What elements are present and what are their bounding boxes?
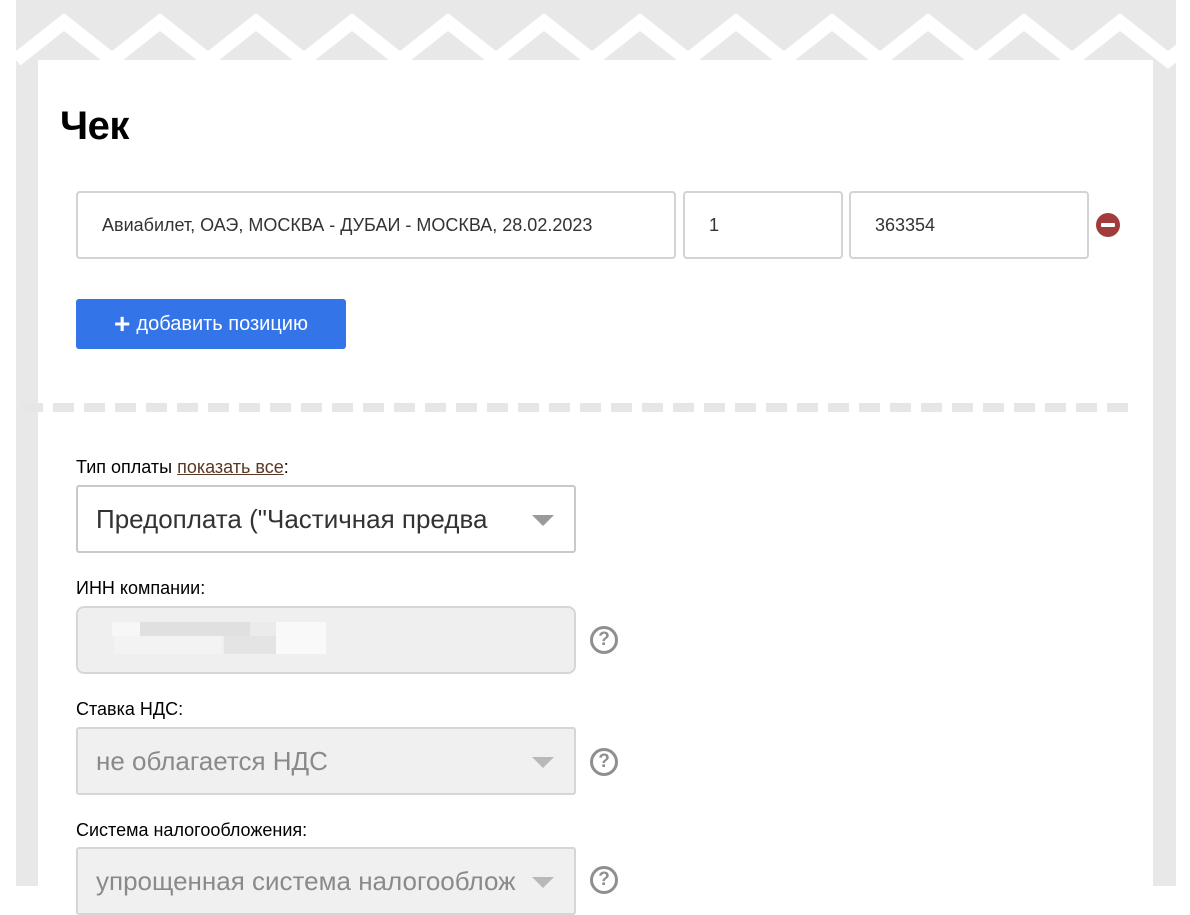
payment-type-label-text: Тип оплаты	[76, 457, 173, 477]
add-position-label: добавить позицию	[136, 312, 308, 335]
redacted-block	[114, 636, 222, 654]
vat-select: не облагается НДС	[76, 727, 576, 795]
redacted-block	[250, 622, 276, 636]
redacted-block	[112, 622, 140, 636]
tax-system-value: упрощенная система налогообложения	[96, 865, 516, 896]
vat-label: Ставка НДС:	[76, 699, 184, 719]
chevron-down-icon	[532, 515, 554, 526]
payment-type-label-suffix: :	[283, 457, 289, 477]
payment-type-value: Предоплата ("Частичная предва	[96, 503, 488, 534]
chevron-down-icon	[532, 877, 554, 888]
add-position-button[interactable]: + добавить позицию	[76, 299, 346, 349]
help-icon[interactable]: ?	[590, 748, 618, 776]
item-name-value: Авиабилет, ОАЭ, МОСКВА - ДУБАИ - МОСКВА,…	[102, 214, 593, 235]
page-title: Чек	[60, 104, 129, 148]
chevron-down-icon	[532, 757, 554, 768]
remove-position-icon[interactable]	[1096, 213, 1120, 237]
payment-type-select[interactable]: Предоплата ("Частичная предва	[76, 485, 576, 553]
plus-icon: +	[114, 308, 131, 339]
help-icon[interactable]: ?	[590, 626, 618, 654]
tax-system-label: Система налогообложения:	[76, 820, 308, 840]
item-price-value: 363354	[875, 214, 936, 235]
vat-value: не облагается НДС	[96, 745, 328, 776]
redacted-block	[276, 622, 326, 654]
item-name-input[interactable]: Авиабилет, ОАЭ, МОСКВА - ДУБАИ - МОСКВА,…	[76, 191, 676, 259]
item-quantity-input[interactable]: 1	[683, 191, 843, 259]
tax-system-select: упрощенная система налогообложения	[76, 847, 576, 915]
dashed-divider	[22, 403, 1137, 412]
help-icon[interactable]: ?	[590, 866, 618, 894]
redacted-block	[140, 622, 250, 636]
show-all-link[interactable]: показать все	[177, 457, 284, 477]
redacted-block	[224, 636, 276, 654]
inn-input	[76, 606, 576, 674]
item-price-input[interactable]: 363354	[849, 191, 1089, 259]
item-quantity-value: 1	[709, 214, 720, 235]
inn-label: ИНН компании:	[76, 578, 206, 598]
payment-type-label: Тип оплаты показать все:	[76, 457, 289, 478]
